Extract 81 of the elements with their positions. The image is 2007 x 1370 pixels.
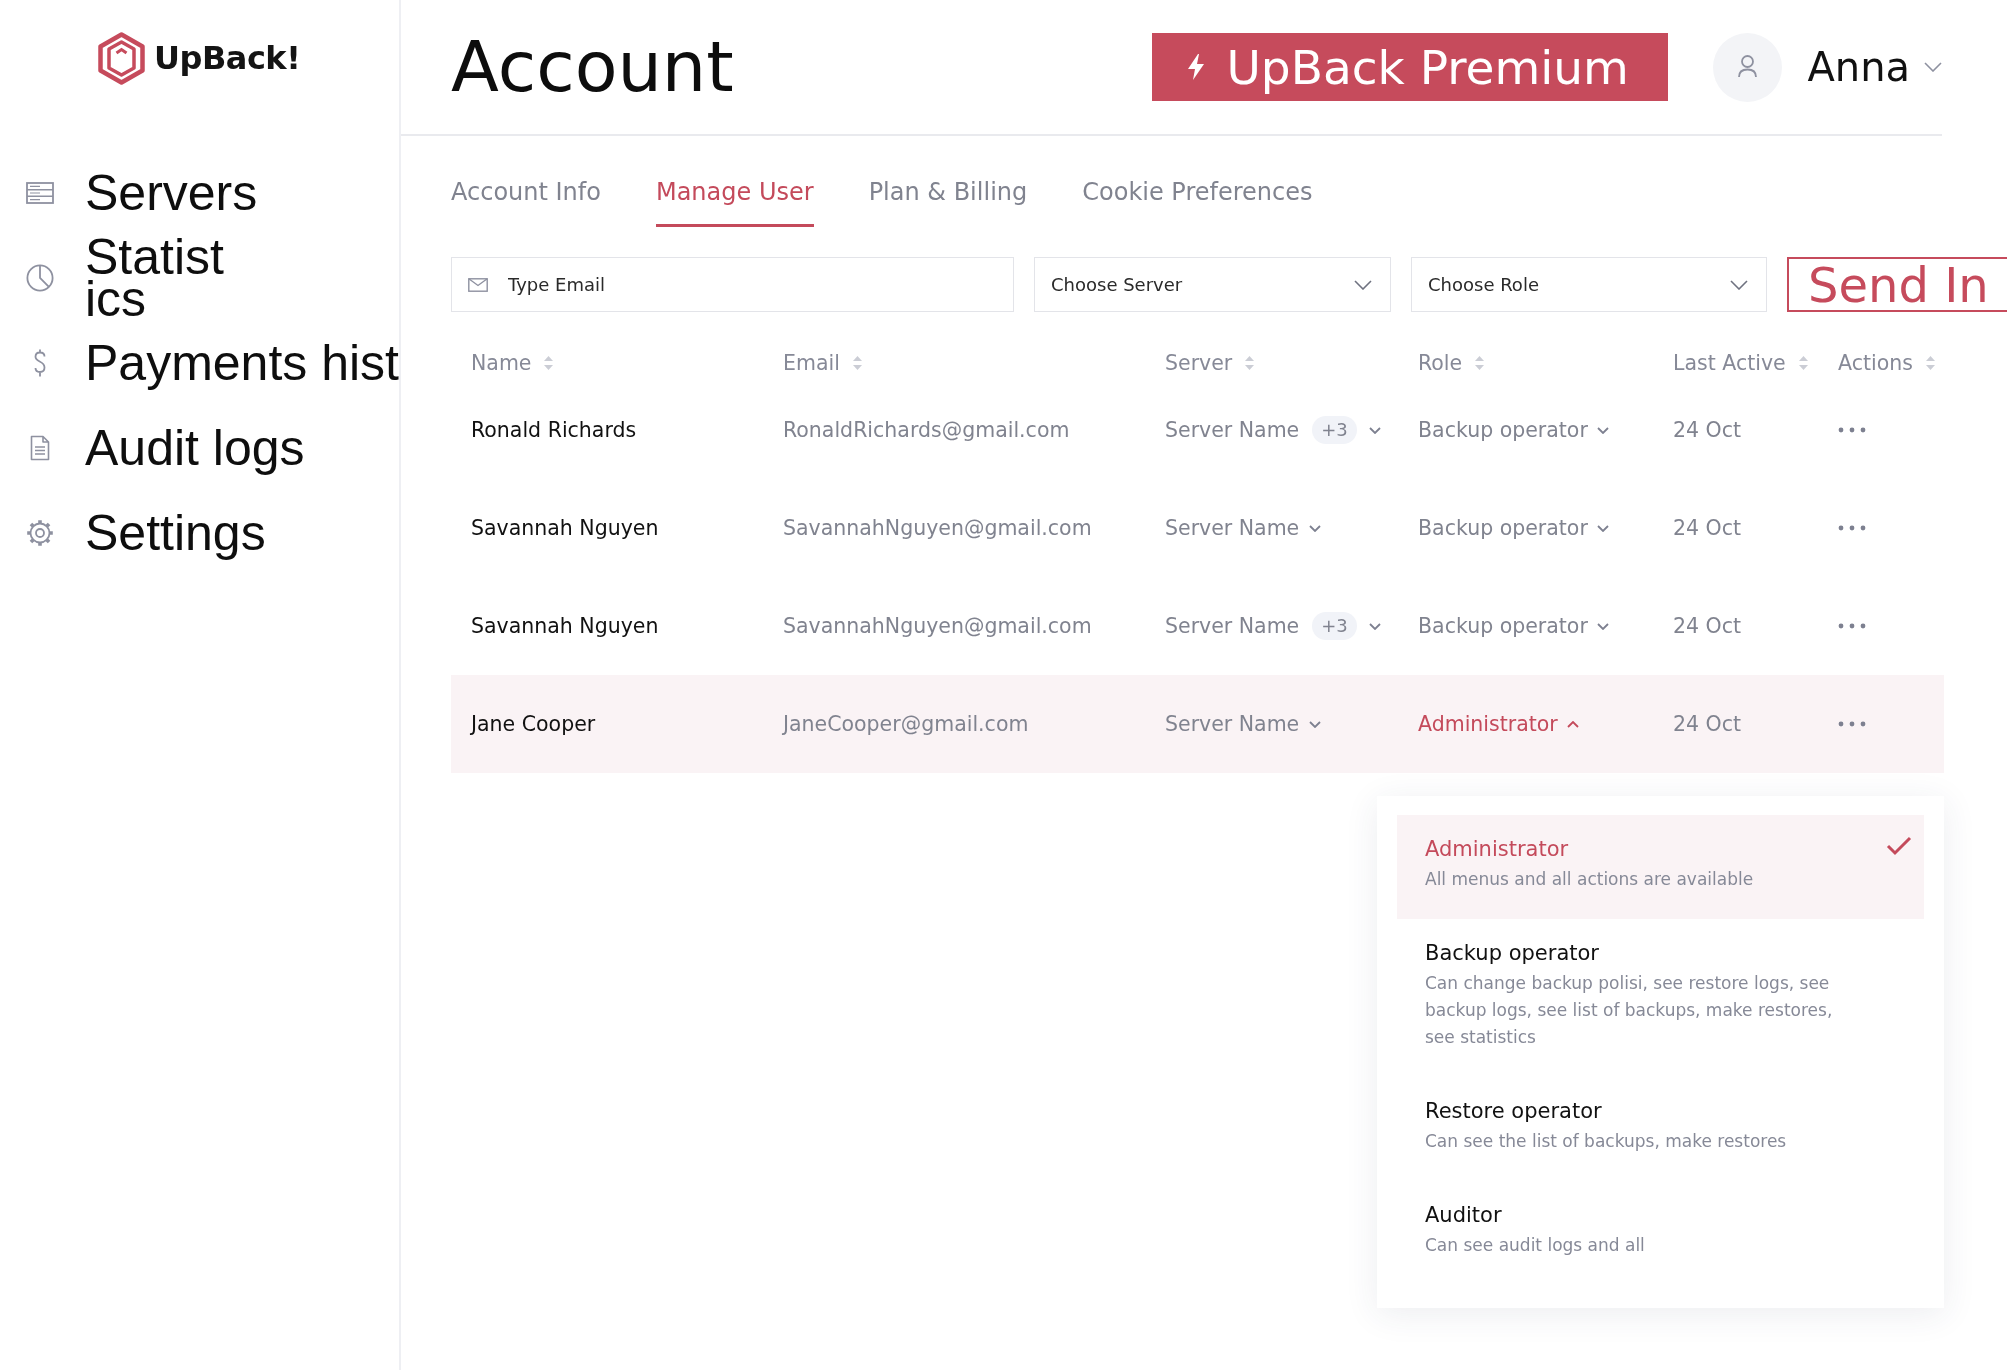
role-dropdown[interactable]: Backup operator xyxy=(1418,418,1609,442)
role-select[interactable]: Choose Role xyxy=(1411,257,1767,312)
server-dropdown[interactable]: Server Name xyxy=(1165,516,1322,540)
tab[interactable]: Manage User xyxy=(655,177,814,227)
user-email: JaneCooper@gmail.com xyxy=(783,712,1029,736)
role-dropdown[interactable]: Backup operator xyxy=(1418,516,1609,540)
role-dropdown[interactable]: Administrator xyxy=(1418,712,1579,736)
count-badge: +3 xyxy=(1312,612,1357,640)
user-avatar-icon[interactable] xyxy=(1713,32,1783,102)
role-option[interactable]: Backup operator Can change backup polisi, see restore logs, see backup logs, see list of backups, make restores, see statistics xyxy=(1397,919,1924,1077)
last-active-date: 24 Oct xyxy=(1673,614,1742,638)
nav-item[interactable]: Payments hist xyxy=(0,320,399,405)
server-dropdown[interactable]: Server Name +3 xyxy=(1165,416,1381,444)
column-header[interactable]: Server xyxy=(1165,350,1255,375)
user-name: Savannah Nguyen xyxy=(471,516,659,540)
table-row[interactable]: Jane Cooper JaneCooper@gmail.com Server Name Administrator 24 Oct xyxy=(451,675,1944,773)
server-select[interactable]: Choose Server xyxy=(1034,257,1391,312)
chevron-down-icon xyxy=(1354,279,1372,290)
nav-item[interactable]: Settings xyxy=(0,490,399,575)
user-email: RonaldRichards@gmail.com xyxy=(783,418,1070,442)
column-header[interactable]: Last Active xyxy=(1673,350,1808,375)
user-name: Ronald Richards xyxy=(471,418,637,442)
chevron-down-icon xyxy=(1309,720,1322,728)
more-icon[interactable] xyxy=(1838,427,1866,433)
chevron-down-icon xyxy=(1596,622,1609,630)
more-icon[interactable] xyxy=(1838,721,1866,727)
sort-icon xyxy=(852,355,862,370)
user-email: SavannahNguyen@gmail.com xyxy=(783,516,1092,540)
nav-item[interactable]: Servers xyxy=(0,150,399,235)
user-name: Savannah Nguyen xyxy=(471,614,659,638)
email-field[interactable]: Type Email xyxy=(451,257,1014,312)
server-rack-icon xyxy=(26,181,54,204)
page-title: Account xyxy=(451,32,734,102)
last-active-date: 24 Oct xyxy=(1673,516,1742,540)
count-badge: +3 xyxy=(1312,416,1357,444)
sort-icon xyxy=(1798,355,1808,370)
lightning-icon xyxy=(1186,53,1207,81)
column-header[interactable]: Role xyxy=(1418,350,1485,375)
role-option[interactable]: Auditor Can see audit logs and all xyxy=(1397,1181,1924,1285)
chevron-down-icon xyxy=(1368,426,1381,434)
sort-icon xyxy=(1925,355,1935,370)
nav-item[interactable]: Statistics xyxy=(0,235,399,320)
chevron-down-icon xyxy=(1730,279,1748,290)
chevron-down-icon xyxy=(1309,524,1322,532)
column-header[interactable]: Actions xyxy=(1838,350,1935,375)
server-dropdown[interactable]: Server Name +3 xyxy=(1165,612,1381,640)
hexagon-logo-icon xyxy=(98,32,145,85)
more-icon[interactable] xyxy=(1838,623,1866,629)
role-option[interactable]: Administrator All menus and all actions are available xyxy=(1397,815,1924,919)
chevron-up-icon xyxy=(1566,720,1579,728)
tab[interactable]: Account Info xyxy=(451,177,601,227)
sort-icon xyxy=(544,355,554,370)
last-active-date: 24 Oct xyxy=(1673,418,1742,442)
column-header[interactable]: Email xyxy=(783,350,862,375)
server-dropdown[interactable]: Server Name xyxy=(1165,712,1322,736)
chevron-down-icon xyxy=(1596,426,1609,434)
more-icon[interactable] xyxy=(1838,525,1866,531)
sort-icon xyxy=(1475,355,1485,370)
settings-icon xyxy=(26,518,54,547)
role-option[interactable]: Restore operator Can see the list of backups, make restores xyxy=(1397,1077,1924,1181)
chevron-down-icon xyxy=(1924,62,1942,72)
role-dropdown[interactable]: Backup operator xyxy=(1418,614,1609,638)
last-active-date: 24 Oct xyxy=(1673,712,1742,736)
pie-chart-icon xyxy=(26,263,54,292)
mail-icon xyxy=(468,277,488,292)
user-name: Jane Cooper xyxy=(471,712,596,736)
logo-text: UpBack! xyxy=(154,38,301,79)
chevron-down-icon xyxy=(1596,524,1609,532)
chevron-down-icon xyxy=(1368,622,1381,630)
nav-item[interactable]: Audit logs xyxy=(0,405,399,490)
document-icon xyxy=(30,434,50,461)
premium-button[interactable]: UpBack Premium xyxy=(1152,33,1669,101)
send-button[interactable]: Send In xyxy=(1787,257,2007,312)
user-menu[interactable]: Anna xyxy=(1807,45,1942,89)
column-header[interactable]: Name xyxy=(471,350,554,375)
dollar-icon xyxy=(32,347,48,378)
user-email: SavannahNguyen@gmail.com xyxy=(783,614,1092,638)
tab[interactable]: Cookie Preferences xyxy=(1082,177,1313,227)
tab[interactable]: Plan & Billing xyxy=(868,177,1028,227)
sort-icon xyxy=(1245,355,1255,370)
check-icon xyxy=(1886,836,1912,856)
